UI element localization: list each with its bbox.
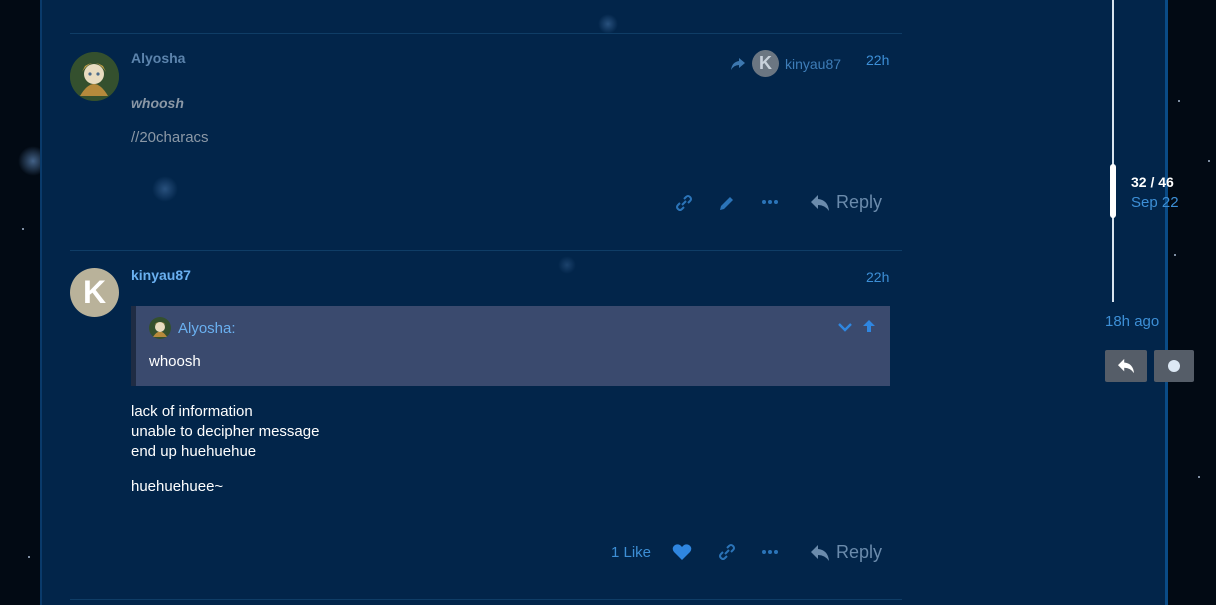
chevron-down-icon [838, 323, 852, 332]
reply-icon [811, 544, 829, 561]
like-count-button[interactable]: 1 Like [611, 544, 651, 561]
quote-text: whoosh [149, 353, 201, 370]
post-username[interactable]: kinyau87 [131, 267, 191, 283]
post-line: huehuehuee~ [131, 478, 224, 495]
more-actions-button[interactable] [762, 542, 778, 565]
reply-icon [1118, 358, 1134, 374]
copy-link-button[interactable] [718, 543, 736, 566]
ellipsis-icon [762, 550, 778, 554]
avatar: K [752, 50, 779, 77]
reply-button[interactable]: Reply [810, 192, 882, 213]
timeline-reply-button[interactable] [1105, 350, 1147, 382]
quote-header: Alyosha: [149, 317, 236, 339]
reply-to-tab[interactable]: K kinyau87 [730, 50, 841, 77]
dot-icon [1168, 360, 1180, 372]
timeline-last-activity[interactable]: 18h ago [1105, 313, 1159, 330]
share-arrow-icon [731, 57, 745, 70]
post-line: whoosh [131, 95, 184, 111]
quote-jump-button[interactable] [862, 319, 876, 338]
post-username[interactable]: Alyosha [131, 50, 185, 66]
post-line: end up huehuehue [131, 443, 257, 460]
post-divider [70, 250, 902, 251]
quote-block: Alyosha: whoosh [131, 306, 890, 386]
reply-to-username: kinyau87 [785, 55, 842, 72]
pencil-icon [720, 197, 733, 210]
ellipsis-icon [762, 200, 778, 204]
avatar [149, 317, 171, 339]
quote-expand-button[interactable] [838, 320, 852, 338]
notification-level-button[interactable] [1154, 350, 1194, 382]
link-icon [676, 195, 692, 211]
post-divider [70, 33, 902, 34]
edit-button[interactable] [718, 194, 736, 217]
post: Alyosha K kinyau87 22h whoosh //20charac… [70, 40, 902, 250]
timeline-date: Sep 22 [1131, 194, 1179, 211]
post-line: unable to decipher message [131, 423, 320, 440]
more-actions-button[interactable] [762, 192, 778, 215]
reply-button[interactable]: Reply [810, 542, 882, 563]
post-date[interactable]: 22h [866, 269, 889, 285]
post: K kinyau87 22h Alyosha: whoosh lack of i… [70, 258, 902, 598]
post-line: //20characs [131, 129, 209, 146]
post-date[interactable]: 22h [866, 52, 889, 68]
post-divider [70, 599, 902, 600]
arrow-up-icon [863, 320, 875, 332]
link-icon [719, 544, 735, 560]
timeline-position: 32 / 46 [1131, 174, 1174, 190]
copy-link-button[interactable] [675, 194, 693, 217]
timeline-handle[interactable] [1110, 164, 1116, 218]
reply-label: Reply [836, 192, 883, 212]
avatar[interactable]: K [70, 268, 119, 317]
reply-label: Reply [836, 542, 883, 562]
avatar[interactable] [70, 52, 119, 101]
like-button[interactable] [672, 543, 692, 566]
reply-icon [811, 194, 829, 211]
quote-author[interactable]: Alyosha: [178, 320, 236, 337]
post-line: lack of information [131, 403, 253, 420]
timeline-track[interactable] [1112, 0, 1114, 302]
heart-icon [672, 544, 692, 560]
